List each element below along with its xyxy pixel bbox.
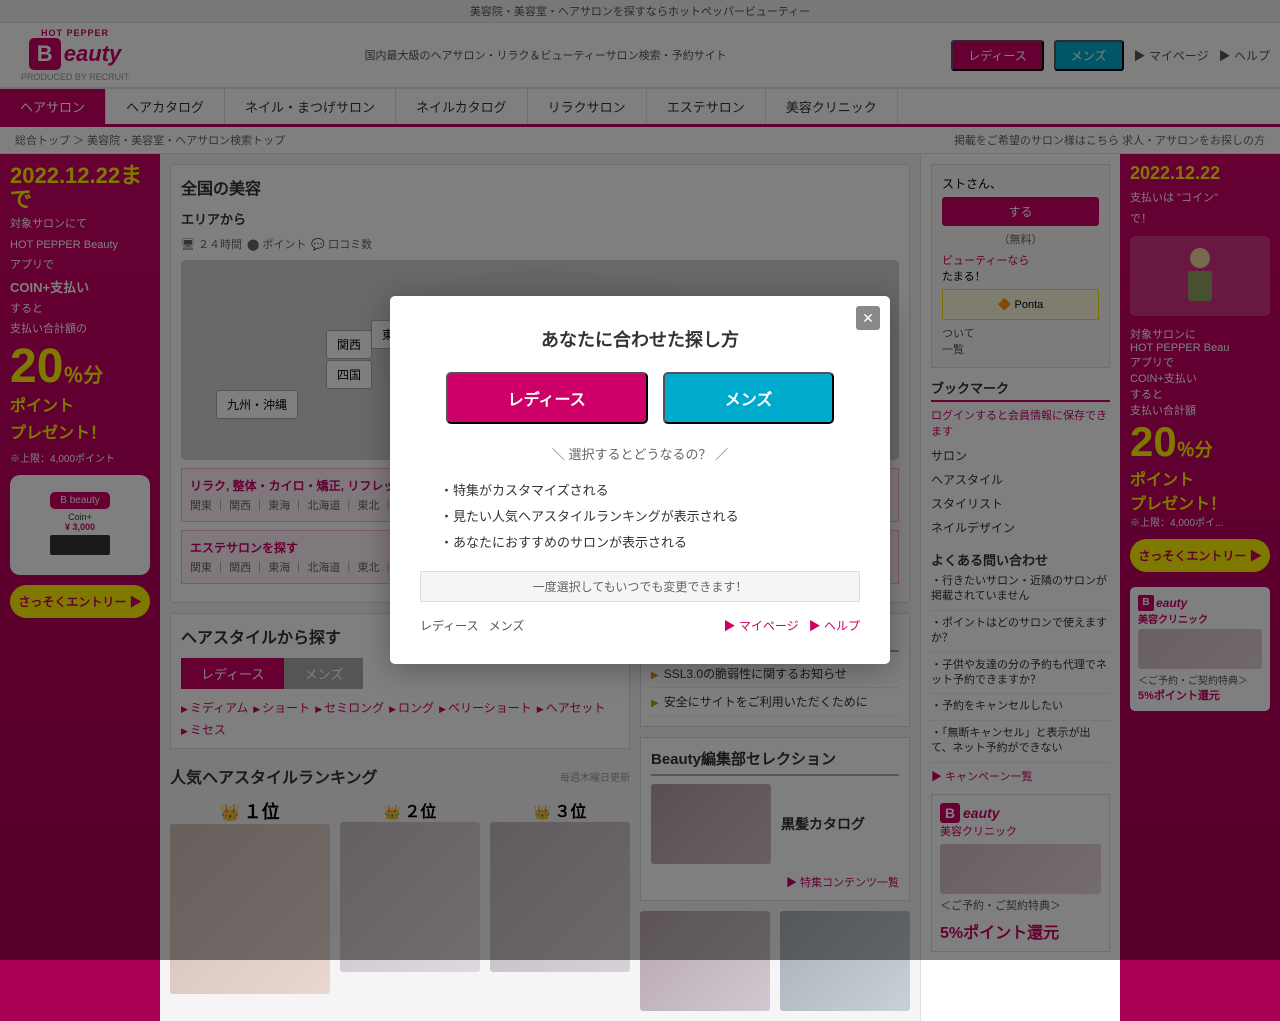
modal-footer-nav: ▶ マイページ ▶ ヘルプ [724, 617, 860, 634]
modal-footer-mypage[interactable]: ▶ マイページ [724, 617, 799, 634]
modal-benefit-1: 特集がカスタマイズされる [440, 478, 860, 504]
modal-notice: 一度選択してもいつでも変更できます！ [420, 571, 860, 602]
modal-overlay[interactable]: ✕ あなたに合わせた探し方 レディース メンズ ＼ 選択するとどうなるの？ ／ … [0, 0, 1280, 960]
modal-benefits: 特集がカスタマイズされる 見たい人気ヘアスタイルランキングが表示される あなたに… [420, 478, 860, 556]
modal-footer: レディース メンズ ▶ マイページ ▶ ヘルプ [420, 617, 860, 634]
modal-footer-mens[interactable]: メンズ [489, 617, 525, 634]
modal-footer-help[interactable]: ▶ ヘルプ [809, 617, 860, 634]
modal-benefit-2: 見たい人気ヘアスタイルランキングが表示される [440, 504, 860, 530]
modal-ladies-button[interactable]: レディース [446, 372, 648, 424]
modal-footer-ladies[interactable]: レディース [420, 617, 479, 634]
modal-title: あなたに合わせた探し方 [420, 326, 860, 352]
modal-close-button[interactable]: ✕ [856, 306, 880, 330]
modal-footer-links: レディース メンズ [420, 617, 524, 634]
modal-mens-button[interactable]: メンズ [663, 372, 835, 424]
modal-box: ✕ あなたに合わせた探し方 レディース メンズ ＼ 選択するとどうなるの？ ／ … [390, 296, 890, 664]
modal-gender-buttons: レディース メンズ [420, 372, 860, 424]
modal-divider: ＼ 選択するとどうなるの？ ／ [420, 444, 860, 463]
modal-benefit-3: あなたにおすすめのサロンが表示される [440, 530, 860, 556]
